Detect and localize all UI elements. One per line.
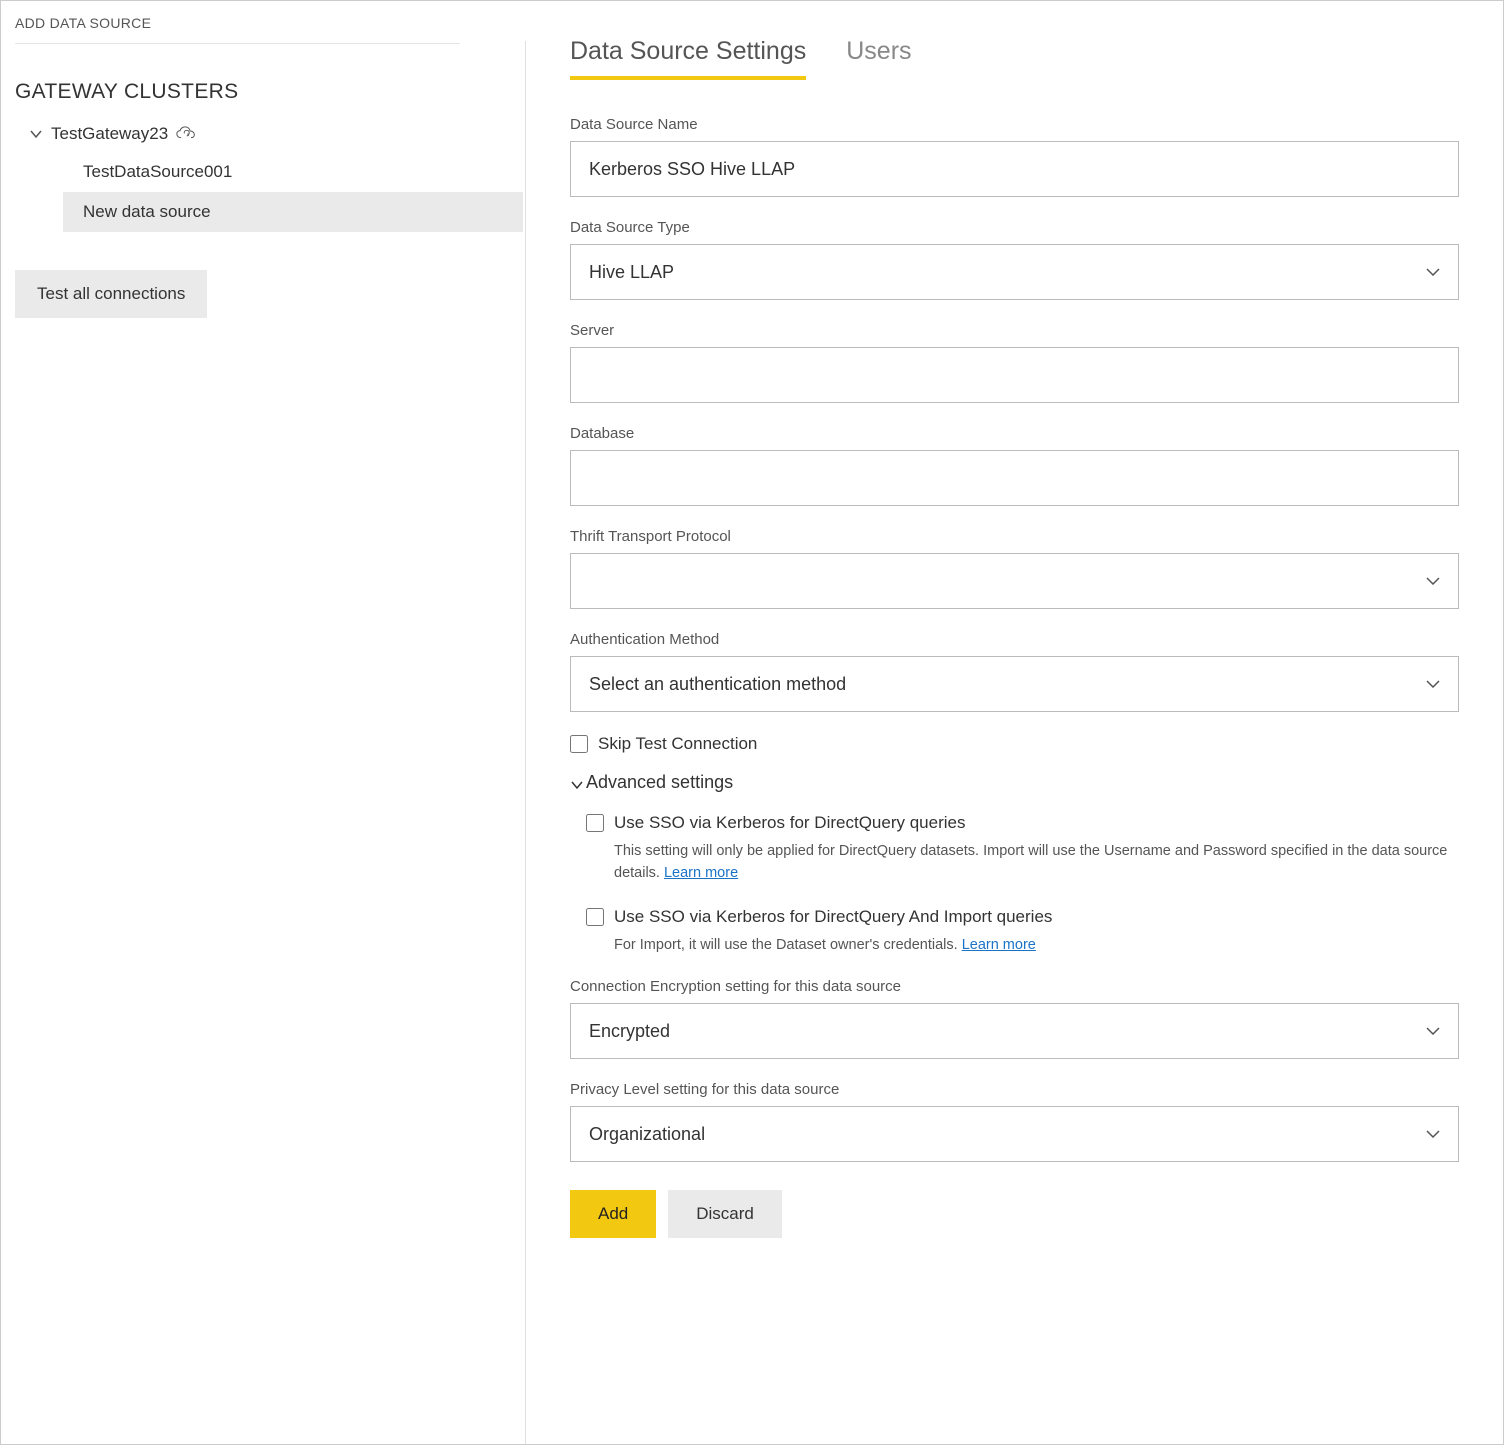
advanced-settings-block: Use SSO via Kerberos for DirectQuery que… <box>570 813 1459 956</box>
sso-directquery-import-checkbox[interactable] <box>586 908 604 926</box>
gateway-clusters-heading: GATEWAY CLUSTERS <box>15 80 512 104</box>
gateway-item-label: TestGateway23 <box>51 124 168 144</box>
data-source-type-label: Data Source Type <box>570 219 1459 236</box>
cloud-sync-icon <box>176 126 196 142</box>
data-source-name-label: Data Source Name <box>570 116 1459 133</box>
thrift-protocol-select[interactable] <box>570 553 1459 609</box>
auth-method-label: Authentication Method <box>570 631 1459 648</box>
encryption-select[interactable]: Encrypted <box>570 1003 1459 1059</box>
gateway-item[interactable]: TestGateway23 <box>15 116 512 152</box>
data-source-item[interactable]: TestDataSource001 <box>15 152 512 192</box>
auth-method-select[interactable]: Select an authentication method <box>570 656 1459 712</box>
sso-directquery-import-label[interactable]: Use SSO via Kerberos for DirectQuery And… <box>614 907 1052 927</box>
server-label: Server <box>570 322 1459 339</box>
add-button[interactable]: Add <box>570 1190 656 1238</box>
gateway-tree: TestGateway23 TestDataSource001 New data… <box>15 116 512 232</box>
skip-test-checkbox[interactable] <box>570 735 588 753</box>
tabs: Data Source Settings Users <box>570 37 1459 80</box>
test-all-connections-button[interactable]: Test all connections <box>15 270 207 318</box>
sso-import-help: For Import, it will use the Dataset owne… <box>614 935 1459 957</box>
tab-data-source-settings[interactable]: Data Source Settings <box>570 37 806 80</box>
learn-more-link[interactable]: Learn more <box>664 865 738 881</box>
sso-directquery-help: This setting will only be applied for Di… <box>614 841 1459 885</box>
privacy-level-label: Privacy Level setting for this data sour… <box>570 1081 1459 1098</box>
chevron-down-icon <box>570 776 584 790</box>
sidebar-divider <box>525 41 526 1444</box>
sidebar: ADD DATA SOURCE GATEWAY CLUSTERS TestGat… <box>1 1 526 1444</box>
advanced-settings-expander[interactable]: Advanced settings <box>570 772 1459 793</box>
data-source-name-input[interactable] <box>570 141 1459 197</box>
thrift-protocol-label: Thrift Transport Protocol <box>570 528 1459 545</box>
data-source-type-select[interactable]: Hive LLAP <box>570 244 1459 300</box>
tab-users[interactable]: Users <box>846 37 911 80</box>
encryption-label: Connection Encryption setting for this d… <box>570 978 1459 995</box>
discard-button[interactable]: Discard <box>668 1190 782 1238</box>
data-source-item-active[interactable]: New data source <box>63 192 523 232</box>
chevron-down-icon <box>29 127 43 141</box>
sso-directquery-checkbox[interactable] <box>586 814 604 832</box>
advanced-settings-label: Advanced settings <box>586 772 733 793</box>
database-label: Database <box>570 425 1459 442</box>
database-input[interactable] <box>570 450 1459 506</box>
add-data-source-link[interactable]: ADD DATA SOURCE <box>15 15 460 44</box>
learn-more-link[interactable]: Learn more <box>962 937 1036 953</box>
main-content: Data Source Settings Users Data Source N… <box>526 1 1503 1444</box>
server-input[interactable] <box>570 347 1459 403</box>
skip-test-label[interactable]: Skip Test Connection <box>598 734 757 754</box>
privacy-level-select[interactable]: Organizational <box>570 1106 1459 1162</box>
sso-directquery-label[interactable]: Use SSO via Kerberos for DirectQuery que… <box>614 813 965 833</box>
